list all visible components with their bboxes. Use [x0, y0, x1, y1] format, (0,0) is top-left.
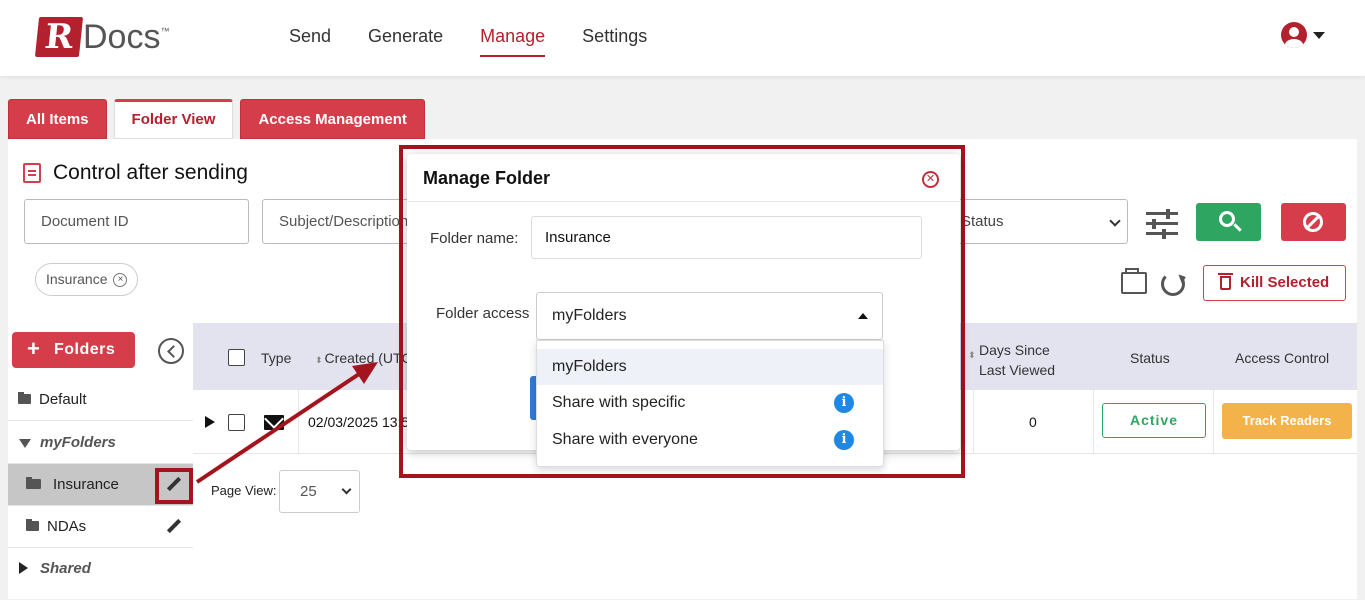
- sidebar-group-myfolders[interactable]: myFolders: [8, 422, 193, 464]
- nav-manage[interactable]: Manage: [480, 26, 546, 57]
- folder-icon: [26, 519, 39, 531]
- kill-selected-label: Kill Selected: [1240, 274, 1330, 291]
- chip-label: Insurance: [46, 271, 108, 287]
- search-icon-handle: [1233, 223, 1242, 232]
- row-created: 02/03/2025 13:5: [308, 414, 410, 430]
- option-share-everyone[interactable]: Share with everyone i: [537, 422, 883, 458]
- header-days-line1: Days Since: [979, 342, 1050, 358]
- header-status: Status: [1130, 350, 1170, 366]
- status-badge: Active: [1102, 403, 1206, 438]
- tab-access-management[interactable]: Access Management: [240, 99, 425, 139]
- rdocs-logo[interactable]: R Docs ™: [34, 16, 170, 58]
- sidebar-item-label: Insurance: [53, 476, 119, 493]
- add-folder-button[interactable]: Folders: [12, 331, 135, 368]
- info-icon[interactable]: i: [834, 430, 854, 450]
- clear-filters-button[interactable]: [1281, 203, 1346, 241]
- option-label: myFolders: [552, 358, 627, 375]
- folder-access-label: Folder access: [436, 305, 530, 322]
- folder-open-icon: [26, 477, 41, 489]
- modal-header: Manage Folder ✕: [407, 154, 960, 202]
- page-title-text: Control after sending: [53, 161, 248, 184]
- header-days-line2: Last Viewed: [979, 362, 1056, 378]
- caret-right-icon: [19, 562, 28, 574]
- folder-name-input[interactable]: Insurance: [531, 216, 922, 259]
- header-created[interactable]: ⬍ Created (UTC: [315, 350, 412, 366]
- column-divider: [298, 390, 299, 454]
- folder-filter-chip: Insurance ×: [35, 263, 139, 296]
- chevron-down-icon: [1313, 31, 1325, 39]
- document-send-icon: [23, 163, 41, 183]
- chevron-down-icon: [341, 484, 352, 495]
- page-view-label: Page View:: [211, 483, 277, 498]
- chevron-down-icon: [1109, 215, 1121, 227]
- trash-icon: [1218, 273, 1233, 290]
- expand-row-icon[interactable]: [205, 416, 215, 428]
- kill-selected-button[interactable]: Kill Selected: [1203, 265, 1346, 301]
- collapse-sidebar-icon[interactable]: [158, 338, 184, 364]
- sidebar-item-label: myFolders: [40, 434, 116, 451]
- nav-generate[interactable]: Generate: [368, 26, 443, 57]
- edit-pencil-icon[interactable]: [166, 519, 180, 533]
- sort-icon: ⬍: [968, 350, 976, 360]
- move-to-folder-icon[interactable]: [1121, 268, 1147, 294]
- folder-access-value: myFolders: [552, 307, 627, 324]
- column-divider: [1093, 390, 1094, 454]
- option-share-specific[interactable]: Share with specific i: [537, 385, 883, 421]
- logo-trademark: ™: [160, 26, 170, 36]
- row-checkbox[interactable]: [228, 414, 245, 431]
- subject-description-input[interactable]: Subject/Description: [262, 199, 422, 244]
- nav-send[interactable]: Send: [289, 26, 331, 57]
- folder-icon: [18, 392, 31, 404]
- view-tabs: All Items Folder View Access Management: [8, 99, 432, 139]
- main-nav: Send Generate Manage Settings: [289, 26, 684, 57]
- folder-access-select[interactable]: myFolders: [536, 292, 883, 340]
- sidebar-item-label: Default: [39, 391, 87, 408]
- tab-folder-view[interactable]: Folder View: [113, 99, 234, 139]
- filter-sliders-icon[interactable]: [1146, 209, 1178, 239]
- ban-icon: [1303, 212, 1323, 232]
- sidebar-group-shared[interactable]: Shared: [8, 548, 193, 590]
- logo-letter: R: [34, 17, 84, 57]
- sidebar-item-default[interactable]: Default: [8, 379, 193, 421]
- header-days-since[interactable]: ⬍ Days Since Last Viewed: [968, 340, 1056, 380]
- folder-access-dropdown: myFolders Share with specific i Share wi…: [536, 340, 884, 467]
- page-size-value: 25: [300, 483, 317, 500]
- caret-down-icon: [19, 439, 31, 448]
- status-select-label: Status: [961, 213, 1004, 230]
- search-button[interactable]: [1196, 203, 1261, 241]
- chip-close-icon[interactable]: ×: [113, 272, 128, 287]
- sidebar-item-label: Shared: [40, 560, 91, 577]
- option-label: Share with everyone: [552, 431, 698, 448]
- select-all-checkbox[interactable]: [228, 349, 245, 366]
- page-size-select[interactable]: 25: [279, 470, 360, 513]
- page-title: Control after sending: [23, 161, 248, 185]
- header-access-control: Access Control: [1235, 350, 1330, 366]
- close-icon[interactable]: ✕: [922, 171, 939, 188]
- top-bar: R Docs ™ Send Generate Manage Settings: [0, 0, 1365, 76]
- column-divider: [973, 390, 974, 454]
- envelope-icon: [264, 415, 284, 430]
- option-label: Share with specific: [552, 394, 686, 411]
- logo-text: Docs: [83, 17, 161, 56]
- refresh-icon[interactable]: [1161, 272, 1185, 296]
- header-type[interactable]: Type: [261, 350, 291, 366]
- row-days-since: 0: [1029, 414, 1037, 430]
- tab-all-items[interactable]: All Items: [8, 99, 107, 139]
- status-select[interactable]: Status: [948, 199, 1128, 244]
- edit-highlight-box: [155, 468, 193, 504]
- document-id-input[interactable]: Document ID: [24, 199, 249, 244]
- user-avatar-icon: [1281, 22, 1307, 48]
- modal-title: Manage Folder: [423, 168, 551, 188]
- track-readers-button[interactable]: Track Readers: [1222, 403, 1352, 439]
- info-icon[interactable]: i: [834, 393, 854, 413]
- nav-settings[interactable]: Settings: [582, 26, 647, 57]
- folder-name-label: Folder name:: [430, 230, 519, 247]
- column-divider: [1213, 390, 1214, 454]
- user-menu[interactable]: [1281, 22, 1325, 48]
- caret-up-icon: [858, 313, 868, 319]
- sidebar-item-label: NDAs: [47, 518, 87, 535]
- option-myfolders[interactable]: myFolders: [537, 349, 883, 385]
- sidebar-item-ndas[interactable]: NDAs: [8, 506, 193, 548]
- sort-icon: ⬍: [315, 355, 323, 365]
